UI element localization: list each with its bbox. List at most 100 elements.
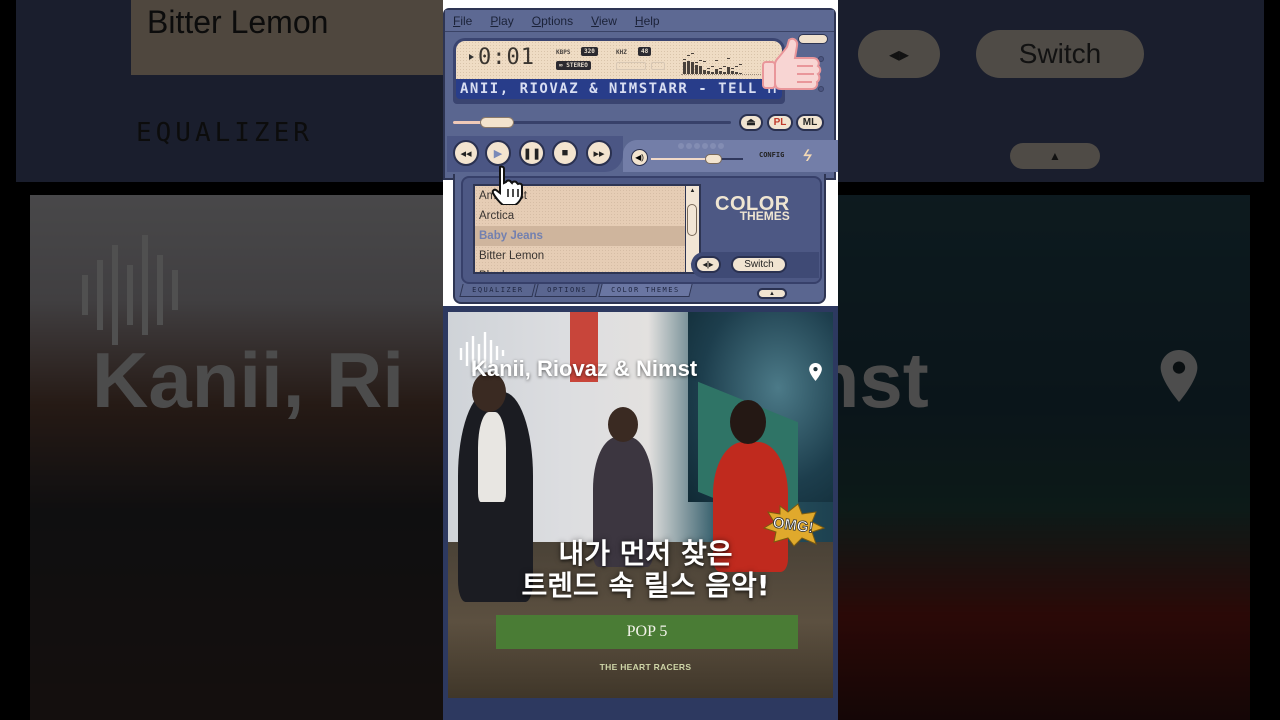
visualizer-peak (707, 68, 710, 69)
pause-icon: ❚❚ (522, 147, 542, 160)
menu-options[interactable]: Options (532, 14, 573, 28)
photo-shirt (478, 412, 506, 502)
bg-list-text: Bitter Lemon (147, 4, 329, 40)
previous-button[interactable]: ◂◂ (453, 140, 479, 166)
stereo-indicator: ∞ STEREO (556, 61, 591, 70)
time-display[interactable]: 0:01 (478, 45, 535, 70)
visualizer-peak (711, 66, 714, 67)
bg-player-frame: Bitter Lemon EQUALIZER (16, 0, 443, 182)
tab-color-themes[interactable]: COLOR THEMES (598, 284, 693, 297)
bg-artist-text: mst (838, 336, 929, 424)
bg-location-pin-icon (1160, 350, 1198, 402)
bg-photo (838, 195, 1250, 720)
visualizer-bar (731, 71, 734, 74)
khz-value: 48 (638, 47, 652, 56)
visualizer-bar (723, 72, 726, 74)
pause-button[interactable]: ❚❚ (519, 140, 545, 166)
scroll-thumb[interactable] (687, 204, 697, 236)
mono-indicator (616, 62, 646, 70)
visualizer-peak (735, 66, 738, 67)
bg-switch-label: Switch (1018, 38, 1102, 69)
menu-bar: File Play Options View Help (445, 10, 834, 32)
volume-thumb[interactable] (705, 154, 722, 164)
tab-label: COLOR THEMES (611, 286, 681, 294)
seek-bar[interactable] (453, 117, 731, 128)
stop-icon: ■ (561, 147, 569, 159)
scroll-up-icon[interactable]: ▲ (688, 187, 697, 196)
theme-item[interactable]: Blueberry (475, 266, 699, 272)
kbps-value: 320 (581, 47, 598, 56)
background-left-blur: Bitter Lemon EQUALIZER Kanii, Ri (0, 0, 443, 720)
seek-thumb[interactable] (480, 117, 514, 128)
location-pin-icon[interactable] (809, 363, 822, 381)
reel-title-line2: 트렌드 속 릴스 음악! (521, 569, 770, 602)
lcd-display: 0:01 KBPS 320 KHZ 48 ∞ STEREO ANII, RIOV… (453, 38, 785, 104)
bg-tab-equalizer: EQUALIZER (136, 118, 313, 148)
playlist-button[interactable]: PL (767, 114, 793, 131)
photo-head (730, 400, 766, 444)
switch-area: ◂|▸ Switch (691, 252, 819, 278)
visualizer-bar (683, 62, 686, 74)
theme-item[interactable]: Bitter Lemon (475, 246, 699, 266)
bg-artist-text: Kanii, Ri (92, 336, 405, 424)
tab-equalizer[interactable]: EQUALIZER (459, 284, 537, 297)
play-button[interactable]: ▶ (485, 140, 511, 166)
balance-indicator (678, 143, 724, 149)
visualizer-peak (695, 62, 698, 63)
bg-switch-button: Switch (976, 30, 1144, 78)
reel-title-line1: 내가 먼저 찾은 (558, 537, 733, 570)
visualizer-peak (683, 59, 686, 60)
volume-slider[interactable] (651, 154, 743, 164)
visualizer-bar (687, 61, 690, 74)
media-library-button[interactable]: ML (796, 114, 824, 131)
menu-help[interactable]: Help (635, 14, 660, 28)
tab-label: OPTIONS (547, 286, 588, 294)
winamp-player: File Play Options View Help 0:01 KBPS 32… (443, 8, 838, 304)
volume-panel: ◀) CONFIG ϟ (623, 140, 838, 172)
theme-item[interactable]: Arctica (475, 206, 699, 226)
visualizer-peak (691, 53, 694, 54)
spectrum-visualizer[interactable] (681, 47, 773, 75)
menu-play[interactable]: Play (490, 14, 513, 28)
visualizer-peak (719, 68, 722, 69)
menu-file[interactable]: File (453, 14, 472, 28)
visualizer-peak (739, 64, 742, 65)
play-icon: ▶ (493, 147, 503, 160)
thumbs-up-sticker-icon (762, 37, 822, 90)
visualizer-peak (687, 55, 690, 56)
prev-next-theme-button[interactable]: ◂|▸ (695, 256, 721, 273)
tab-options[interactable]: OPTIONS (534, 284, 601, 297)
khz-label: KHZ (616, 49, 627, 56)
eject-button[interactable]: ⏏ (739, 114, 763, 131)
menu-view[interactable]: View (591, 14, 617, 28)
config-label[interactable]: CONFIG (759, 151, 784, 159)
photo-head (608, 407, 638, 442)
center-column: File Play Options View Help 0:01 KBPS 32… (443, 0, 838, 720)
visualizer-peak (715, 60, 718, 61)
visualizer-bar (727, 67, 730, 74)
stop-button[interactable]: ■ (552, 140, 578, 166)
volume-fill (651, 158, 713, 160)
artist-name: Kanii, Riovaz & Nimst (471, 356, 698, 381)
visualizer-peak (731, 68, 734, 69)
volume-icon[interactable]: ◀) (631, 149, 648, 166)
play-indicator-icon (469, 54, 474, 60)
theme-item-selected[interactable]: Baby Jeans (475, 226, 691, 246)
transport-controls: ◂◂ ▶ ❚❚ ■ ▸▸ (447, 136, 623, 172)
album-cover-photo[interactable]: Kanii, Riovaz & Nimst OMG! 내가 먼저 찾은 트렌드 … (448, 312, 833, 698)
bg-theme-list: Bitter Lemon (131, 0, 443, 75)
visualizer-bar (719, 71, 722, 74)
bg-collapse-button: ▲ (1010, 143, 1100, 169)
switch-button[interactable]: Switch (731, 256, 787, 273)
visualizer-bar (711, 72, 714, 74)
next-button[interactable]: ▸▸ (586, 140, 612, 166)
bg-prev-next-button: ◂▸ (858, 30, 940, 78)
lcd-info: 0:01 KBPS 320 KHZ 48 ∞ STEREO (456, 41, 782, 79)
collapse-button[interactable]: ▲ (757, 288, 787, 299)
visualizer-peak (699, 60, 702, 61)
background-right-blur: ◂▸ Switch ▲ mst (838, 0, 1280, 720)
visualizer-peak (703, 61, 706, 62)
hand-cursor-icon (491, 165, 523, 205)
pop5-banner: POP 5 (496, 615, 798, 649)
lightning-icon[interactable]: ϟ (801, 148, 814, 166)
